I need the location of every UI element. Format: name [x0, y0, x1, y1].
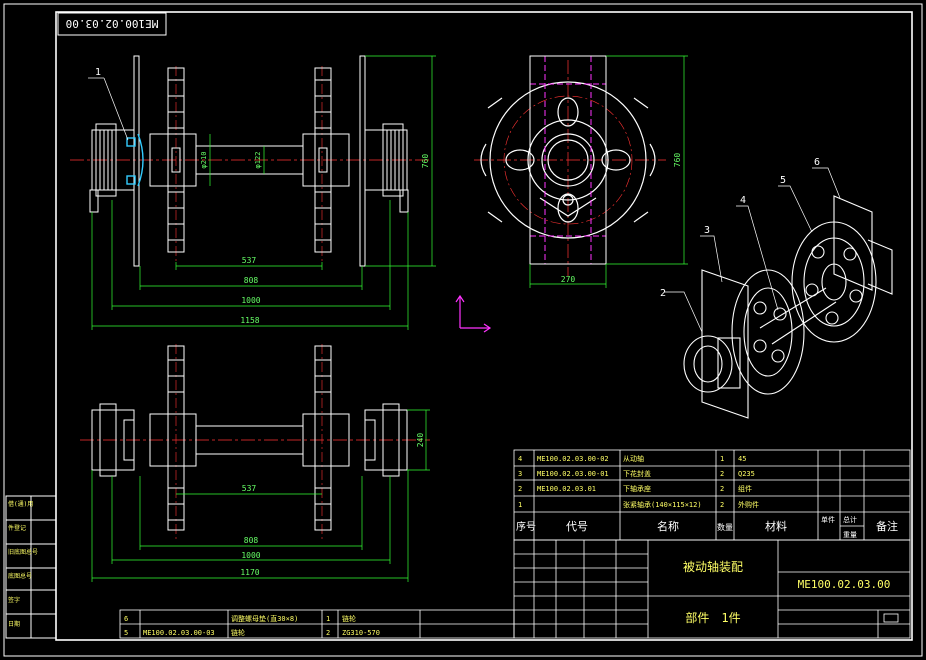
- balloon-2: 2: [660, 288, 666, 299]
- drawing-number: ME100.02.03.00: [798, 578, 891, 591]
- lower-bom-name: 链轮: [231, 628, 245, 637]
- front-view: 1: [70, 55, 430, 267]
- bom-row: 4 ME100.02.03.00-02 从动轴 1 45: [518, 454, 746, 463]
- bom-qty: 2: [720, 485, 724, 493]
- lower-bom-qty: 1: [326, 615, 330, 623]
- dim-bottom-537: 537: [242, 484, 257, 493]
- balloon-3: 3: [704, 225, 710, 236]
- title-block-text: 被动轴装配 ME100.02.03.00 部件 1件: [683, 559, 890, 625]
- dim-bottom-808: 808: [244, 536, 259, 545]
- dim-bottom-240: 240: [416, 433, 425, 448]
- bom-name: 下花封盖: [623, 469, 651, 478]
- bom-header-name: 名称: [657, 519, 679, 533]
- balloon-4: 4: [740, 195, 746, 206]
- bom-header-code: 代号: [566, 520, 588, 533]
- lower-bom-seq: 5: [124, 629, 128, 637]
- bom-material: 组件: [738, 484, 752, 493]
- lower-bom-row: 5 ME100.02.03.00-03 链轮 2 ZG310-570: [124, 628, 380, 637]
- bom-table-rows: 4 ME100.02.03.00-02 从动轴 1 45 3 ME100.02.…: [518, 454, 759, 509]
- strip-label-1: 借(通)用: [8, 500, 33, 508]
- lower-bom-row: 6 调整螺母垫(直30×8) 1 链轮: [124, 614, 356, 623]
- sheet-border: [3, 3, 923, 657]
- side-view-dimensions: [529, 55, 688, 288]
- bom-material: 外购件: [738, 500, 759, 509]
- balloon-5: 5: [780, 175, 786, 186]
- dim-front-808: 808: [244, 276, 259, 285]
- side-view: [474, 55, 666, 276]
- strip-label-6: 日期: [8, 620, 20, 628]
- bom-header-qty: 数量: [717, 522, 733, 532]
- bom-code: ME100.02.03.00-01: [537, 470, 609, 478]
- bom-seq: 3: [518, 470, 522, 478]
- bom-header: 序号 代号 名称 数量 材料 单件 总计 重量 备注: [516, 515, 898, 539]
- drawing-number-rotated: ME100.02.03.00: [66, 17, 159, 30]
- dim-side-270: 270: [561, 275, 576, 284]
- dim-front-1158: 1158: [240, 316, 259, 325]
- lower-bom-material: 链轮: [342, 614, 356, 623]
- bom-header-total: 总计: [843, 515, 857, 524]
- dim-bottom-1000: 1000: [241, 551, 260, 560]
- strip-label-3: 旧底图总号: [8, 548, 38, 556]
- dim-front-d210: φ210: [200, 152, 208, 169]
- bom-seq: 4: [518, 455, 522, 463]
- bom-row: 1 张紧轴承(140×115×12) 2 外购件: [518, 500, 759, 509]
- bottom-view: [80, 344, 430, 540]
- balloon-1: 1: [95, 67, 101, 78]
- bom-qty: 2: [720, 470, 724, 478]
- dim-front-1000: 1000: [241, 296, 260, 305]
- bom-header-remark: 备注: [876, 519, 898, 533]
- dim-front-d122: φ122: [254, 152, 262, 169]
- bom-name: 张紧轴承(140×115×12): [623, 500, 702, 509]
- bom-qty: 1: [720, 455, 724, 463]
- bom-row: 2 ME100.02.03.01 下轴承座 2 组件: [518, 484, 752, 493]
- balloon-6: 6: [814, 157, 820, 168]
- bom-seq: 2: [518, 485, 522, 493]
- bom-row: 3 ME100.02.03.00-01 下花封盖 2 Q235: [518, 469, 755, 478]
- bom-qty: 2: [720, 501, 724, 509]
- lower-bom-name: 调整螺母垫(直30×8): [231, 614, 298, 623]
- bom-material: Q235: [738, 470, 755, 478]
- part-info: 部件 1件: [685, 610, 740, 625]
- lower-bom-seq: 6: [124, 615, 128, 623]
- drawing-number-rotated-box: ME100.02.03.00: [57, 12, 167, 36]
- assembly-title: 被动轴装配: [683, 559, 743, 574]
- bom-name: 从动轴: [623, 454, 644, 463]
- bom-name: 下轴承座: [623, 484, 651, 493]
- dim-front-760: 760: [421, 154, 430, 169]
- bom-header-material: 材料: [765, 519, 787, 533]
- dim-side-760: 760: [673, 153, 682, 168]
- left-margin-labels: 借(通)用 件登记 旧底图总号 底图总号 签字 日期: [8, 500, 38, 628]
- lower-bom-rows: 6 调整螺母垫(直30×8) 1 链轮 5 ME100.02.03.00-03 …: [124, 614, 380, 637]
- dim-front-537: 537: [242, 256, 257, 265]
- bom-code: ME100.02.03.00-02: [537, 455, 609, 463]
- left-margin-strip: [5, 495, 57, 639]
- strip-label-4: 底图总号: [8, 572, 32, 580]
- bottom-view-dimensions: [91, 409, 430, 582]
- cad-drawing-canvas: ME100.02.03.00 借(通)用 件登记 旧底图总号 底图总号 签字 日…: [3, 3, 923, 657]
- strip-label-5: 签字: [8, 596, 20, 604]
- strip-label-2: 件登记: [8, 524, 26, 532]
- bom-code: ME100.02.03.01: [537, 485, 596, 493]
- isometric-view: [683, 195, 893, 419]
- front-view-dimensions: [91, 55, 436, 330]
- bom-material: 45: [738, 455, 746, 463]
- bom-header-single: 单件: [821, 515, 835, 524]
- bom-seq: 1: [518, 501, 522, 509]
- lower-bom-code: ME100.02.03.00-03: [143, 629, 215, 637]
- dim-bottom-1170: 1170: [240, 568, 259, 577]
- bom-header-seq: 序号: [516, 520, 536, 533]
- lower-bom-material: ZG310-570: [342, 629, 380, 637]
- lower-bom-qty: 2: [326, 629, 330, 637]
- ucs-icon: [455, 294, 492, 333]
- bom-header-weight: 重量: [843, 531, 857, 539]
